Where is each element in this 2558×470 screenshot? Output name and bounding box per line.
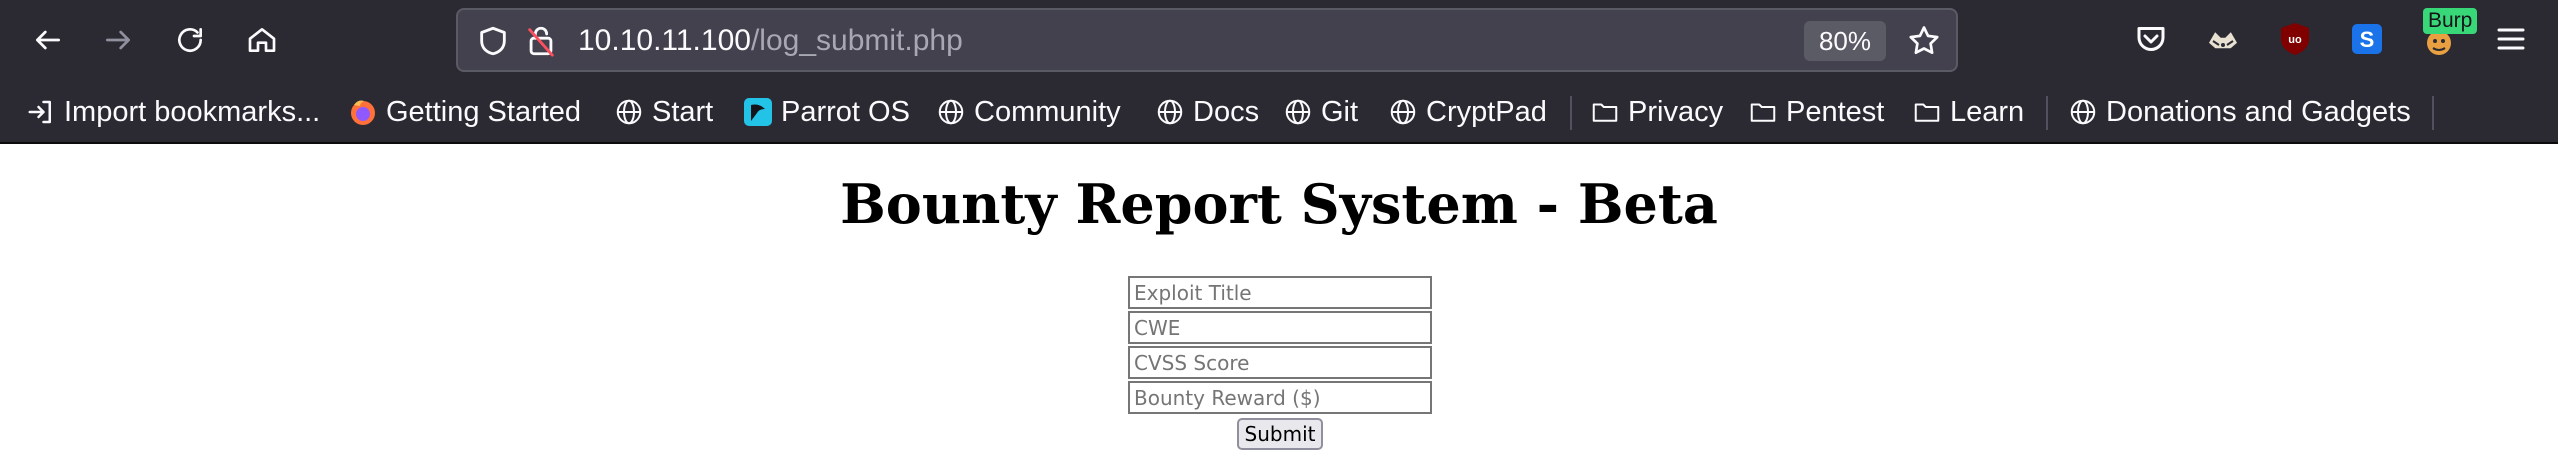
foxyproxy-button[interactable]: [2200, 18, 2246, 64]
globe-icon: [1283, 97, 1313, 127]
folder-icon: [1912, 97, 1942, 127]
bookmark-label: Import bookmarks...: [64, 95, 321, 128]
globe-icon: [2068, 97, 2098, 127]
bookmark-community[interactable]: Community: [936, 92, 1121, 132]
sider-extension-icon: S: [2349, 21, 2385, 61]
address-bar[interactable]: 10.10.11.100/log_submit.php 80%: [456, 8, 1958, 72]
import-icon: [26, 97, 56, 127]
forward-button[interactable]: [96, 20, 140, 64]
ublock-origin-icon: uo: [2277, 21, 2313, 61]
reload-icon: [174, 24, 206, 60]
bookmark-folder-pentest[interactable]: Pentest: [1748, 92, 1884, 132]
bookmark-separator: [2432, 96, 2434, 130]
bookmark-label: Git: [1321, 95, 1359, 128]
browser-chrome: 10.10.11.100/log_submit.php 80% uo S Bur…: [0, 0, 2558, 144]
foxyproxy-icon: [2205, 21, 2241, 61]
tracking-protection-shield-icon[interactable]: [476, 24, 510, 58]
parrot-icon: [743, 97, 773, 127]
globe-icon: [614, 97, 644, 127]
bookmark-label: Pentest: [1786, 95, 1885, 128]
bookmark-separator: [1570, 96, 1572, 130]
pocket-button[interactable]: [2128, 18, 2174, 64]
bookmark-git[interactable]: Git: [1283, 92, 1358, 132]
bookmark-label: Learn: [1950, 95, 2025, 128]
back-button[interactable]: [26, 20, 70, 64]
pocket-icon: [2133, 21, 2169, 61]
svg-text:uo: uo: [2288, 34, 2302, 46]
bookmark-docs[interactable]: Docs: [1155, 92, 1259, 132]
bookmark-label: CryptPad: [1426, 95, 1547, 128]
burp-badge: Burp: [2423, 8, 2478, 34]
bookmark-cryptpad[interactable]: CryptPad: [1388, 92, 1547, 132]
submit-button[interactable]: Submit: [1237, 418, 1323, 450]
bookmark-donations-and-gadgets[interactable]: Donations and Gadgets: [2068, 92, 2411, 132]
reload-button[interactable]: [168, 20, 212, 64]
bookmark-label: Parrot OS: [781, 95, 910, 128]
bookmark-label: Privacy: [1628, 95, 1724, 128]
bookmarks-toolbar: Import bookmarks... Getting Started Star…: [0, 82, 2558, 144]
cwe-input[interactable]: [1128, 311, 1432, 344]
menu-hamburger-icon: [2493, 21, 2529, 61]
folder-icon: [1748, 97, 1778, 127]
bookmark-label: Donations and Gadgets: [2106, 95, 2411, 128]
url-text[interactable]: 10.10.11.100/log_submit.php: [578, 22, 963, 60]
svg-text:S: S: [2360, 27, 2375, 52]
ublock-origin-button[interactable]: uo: [2272, 18, 2318, 64]
globe-icon: [1388, 97, 1418, 127]
zoom-level-button[interactable]: 80%: [1804, 21, 1886, 61]
folder-icon: [1590, 97, 1620, 127]
bookmark-star-icon[interactable]: [1906, 23, 1942, 59]
bookmark-label: Community: [974, 95, 1121, 128]
globe-icon: [936, 97, 966, 127]
page-title: Bounty Report System - Beta: [840, 172, 1718, 236]
navigation-toolbar: 10.10.11.100/log_submit.php 80% uo S Bur…: [0, 0, 2558, 82]
exploit-title-input[interactable]: [1128, 276, 1432, 309]
page-content: Bounty Report System - Beta Submit: [0, 144, 2558, 470]
bookmark-folder-learn[interactable]: Learn: [1912, 92, 2024, 132]
bounty-reward-input[interactable]: [1128, 381, 1432, 414]
bookmark-label: Docs: [1193, 95, 1260, 128]
globe-icon: [1155, 97, 1185, 127]
back-arrow-icon: [32, 24, 64, 60]
bookmark-import-bookmarks[interactable]: Import bookmarks...: [26, 92, 320, 132]
insecure-lock-icon[interactable]: [524, 24, 558, 58]
app-menu-button[interactable]: [2488, 18, 2534, 64]
bookmark-folder-privacy[interactable]: Privacy: [1590, 92, 1723, 132]
sider-extension-button[interactable]: S: [2344, 18, 2390, 64]
bookmark-parrot-os[interactable]: Parrot OS: [743, 92, 910, 132]
url-path: /log_submit.php: [750, 24, 963, 57]
forward-arrow-icon: [102, 24, 134, 60]
firefox-icon: [348, 97, 378, 127]
bookmark-start[interactable]: Start: [614, 92, 713, 132]
bookmark-separator: [2046, 96, 2048, 130]
bounty-report-form: Submit: [1127, 276, 1433, 450]
cvss-score-input[interactable]: [1128, 346, 1432, 379]
bookmark-label: Getting Started: [386, 95, 582, 128]
home-button[interactable]: [240, 20, 284, 64]
bookmark-label: Start: [652, 95, 714, 128]
url-host: 10.10.11.100: [578, 24, 751, 57]
home-icon: [246, 24, 278, 60]
bookmark-getting-started[interactable]: Getting Started: [348, 92, 581, 132]
